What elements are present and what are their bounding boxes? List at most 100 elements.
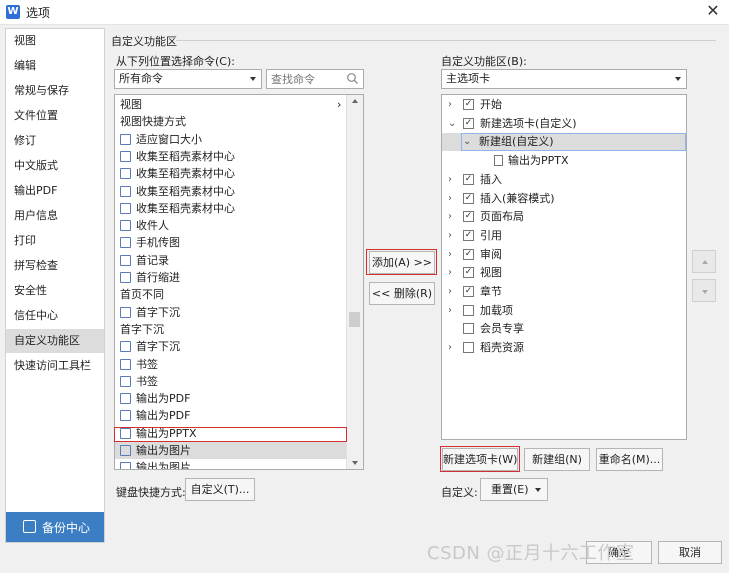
command-list-item[interactable]: 视图快捷方式 bbox=[115, 113, 347, 130]
ribbon-tree-item[interactable]: 输出为PPTX bbox=[442, 152, 686, 170]
move-up-button[interactable] bbox=[692, 250, 716, 273]
expand-arrow-icon[interactable]: › bbox=[448, 339, 452, 357]
new-group-button[interactable]: 新建组(N) bbox=[524, 448, 590, 471]
command-list-scrollbar[interactable] bbox=[346, 95, 363, 469]
collapse-arrow-icon[interactable]: ⌄ bbox=[448, 115, 456, 133]
command-label: 首字下沉 bbox=[120, 322, 164, 336]
nav-item[interactable]: 文件位置 bbox=[6, 104, 104, 128]
command-list-item[interactable]: 首字下沉 bbox=[115, 338, 347, 355]
nav-item[interactable]: 安全性 bbox=[6, 279, 104, 303]
checkbox-checked[interactable]: ✓ bbox=[463, 229, 474, 241]
command-list-item[interactable]: 收集至稻壳素材中心 bbox=[115, 148, 347, 165]
command-list-item[interactable]: 手机传图 bbox=[115, 234, 347, 251]
nav-item[interactable]: 拼写检查 bbox=[6, 254, 104, 278]
command-list-item[interactable]: 首页不同 bbox=[115, 286, 347, 303]
ribbon-tree-item[interactable]: › ✓ 开始 bbox=[442, 96, 686, 114]
nav-item[interactable]: 视图 bbox=[6, 29, 104, 53]
checkbox-unchecked[interactable] bbox=[463, 323, 474, 335]
command-source-value: 所有命令 bbox=[119, 72, 163, 85]
checkbox-checked[interactable]: ✓ bbox=[463, 286, 474, 297]
ribbon-tree-item[interactable]: › ✓ 章节 bbox=[442, 283, 686, 301]
chevron-down-icon bbox=[250, 77, 256, 81]
ribbon-tree-label: 新建选项卡(自定义) bbox=[480, 116, 577, 130]
command-list-item[interactable]: 输出为PDF bbox=[115, 407, 347, 424]
scroll-thumb[interactable] bbox=[349, 312, 360, 327]
nav-item[interactable]: 常规与保存 bbox=[6, 79, 104, 103]
keyboard-shortcut-label: 键盘快捷方式: bbox=[116, 486, 186, 499]
command-list[interactable]: 视图 › 视图快捷方式 适应窗口大小 收集至稻壳素材中心 收集至稻壳素材中心 收集至稻壳素材… bbox=[114, 94, 364, 470]
checkbox-checked[interactable]: ✓ bbox=[463, 211, 474, 223]
checkbox-unchecked[interactable] bbox=[463, 342, 474, 354]
nav-item[interactable]: 编辑 bbox=[6, 54, 104, 78]
expand-arrow-icon[interactable]: › bbox=[448, 283, 452, 301]
nav-item[interactable]: 快速访问工具栏 bbox=[6, 354, 104, 378]
nav-item[interactable]: 自定义功能区 bbox=[6, 329, 104, 353]
command-icon bbox=[120, 341, 131, 353]
ribbon-tree-item[interactable]: › ✓ 引用 bbox=[442, 227, 686, 245]
command-list-item[interactable]: 书签 bbox=[115, 356, 347, 373]
command-list-item[interactable]: 首字下沉 bbox=[115, 321, 347, 338]
expand-arrow-icon[interactable]: › bbox=[448, 171, 452, 189]
command-list-item[interactable]: 收集至稻壳素材中心 bbox=[115, 165, 347, 182]
backup-center-button[interactable]: 备份中心 bbox=[6, 512, 104, 542]
ribbon-tree-item[interactable]: › 加载项 bbox=[442, 302, 686, 320]
checkbox-checked[interactable]: ✓ bbox=[463, 173, 474, 185]
nav-item[interactable]: 打印 bbox=[6, 229, 104, 253]
expand-arrow-icon[interactable]: › bbox=[448, 190, 452, 208]
backup-icon bbox=[23, 520, 36, 533]
nav-item[interactable]: 修订 bbox=[6, 129, 104, 153]
checkbox-unchecked[interactable] bbox=[463, 304, 474, 316]
ribbon-tree-item[interactable]: › ✓ 插入 bbox=[442, 171, 686, 189]
command-list-item[interactable]: 适应窗口大小 bbox=[115, 131, 347, 148]
reset-button[interactable]: 重置(E) bbox=[480, 478, 548, 501]
command-list-item[interactable]: 收件人 bbox=[115, 217, 347, 234]
command-list-item[interactable]: 收集至稻壳素材中心 bbox=[115, 183, 347, 200]
nav-item[interactable]: 中文版式 bbox=[6, 154, 104, 178]
expand-arrow-icon[interactable]: › bbox=[448, 302, 452, 320]
checkbox-checked[interactable]: ✓ bbox=[463, 192, 474, 204]
ribbon-tree-item[interactable]: ⌄ ✓ 新建选项卡(自定义) bbox=[442, 115, 686, 133]
command-icon bbox=[120, 410, 131, 422]
command-list-item[interactable]: 输出为PDF bbox=[115, 390, 347, 407]
expand-arrow-icon[interactable]: › bbox=[448, 208, 452, 226]
ribbon-tree-item[interactable]: 会员专享 bbox=[442, 320, 686, 338]
expand-arrow-icon[interactable]: › bbox=[448, 264, 452, 282]
checkbox-checked[interactable]: ✓ bbox=[463, 117, 474, 129]
scroll-up-arrow-icon[interactable] bbox=[352, 99, 358, 103]
rename-button[interactable]: 重命名(M)... bbox=[596, 448, 663, 471]
ribbon-tree-item[interactable]: › ✓ 插入(兼容模式) bbox=[442, 190, 686, 208]
command-source-select[interactable]: 所有命令 bbox=[114, 69, 262, 89]
command-list-item[interactable]: 输出为图片 bbox=[115, 459, 347, 469]
command-label: 首字下沉 bbox=[136, 340, 180, 354]
expand-arrow-icon[interactable]: › bbox=[448, 227, 452, 245]
tab-set-select[interactable]: 主选项卡 bbox=[441, 69, 687, 89]
ribbon-tree-item[interactable]: › ✓ 视图 bbox=[442, 264, 686, 282]
customize-shortcut-button[interactable]: 自定义(T)... bbox=[185, 478, 255, 501]
command-list-item[interactable]: 首行缩进 bbox=[115, 269, 347, 286]
command-label: 首行缩进 bbox=[136, 271, 180, 284]
move-down-button[interactable] bbox=[692, 279, 716, 302]
checkbox-checked[interactable]: ✓ bbox=[463, 99, 474, 110]
nav-item[interactable]: 用户信息 bbox=[6, 204, 104, 228]
remove-button[interactable]: << 删除(R) bbox=[369, 282, 435, 305]
close-icon[interactable]: ✕ bbox=[703, 1, 723, 21]
checkbox-checked[interactable]: ✓ bbox=[463, 248, 474, 260]
nav-item[interactable]: 信任中心 bbox=[6, 304, 104, 328]
command-list-item[interactable]: 首记录 bbox=[115, 252, 347, 269]
command-list-item[interactable]: 书签 bbox=[115, 373, 347, 390]
ribbon-tree-item[interactable]: › ✓ 页面布局 bbox=[442, 208, 686, 226]
expand-arrow-icon[interactable]: › bbox=[448, 246, 452, 264]
command-list-item[interactable]: 收集至稻壳素材中心 bbox=[115, 200, 347, 217]
scroll-down-arrow-icon[interactable] bbox=[352, 461, 358, 465]
command-list-item[interactable]: 输出为图片 bbox=[115, 442, 347, 459]
ribbon-tree-label: 视图 bbox=[480, 266, 502, 280]
ribbon-tree-item[interactable]: › ✓ 审阅 bbox=[442, 246, 686, 264]
command-list-item[interactable]: 视图 › bbox=[115, 96, 347, 113]
command-list-item[interactable]: 首字下沉 bbox=[115, 304, 347, 321]
nav-item[interactable]: 输出PDF bbox=[6, 179, 104, 203]
checkbox-checked[interactable]: ✓ bbox=[463, 267, 474, 279]
command-icon bbox=[120, 375, 131, 387]
expand-arrow-icon[interactable]: › bbox=[448, 96, 452, 114]
cancel-button[interactable]: 取消 bbox=[658, 541, 722, 564]
ribbon-tree-item[interactable]: › 稻壳资源 bbox=[442, 339, 686, 357]
